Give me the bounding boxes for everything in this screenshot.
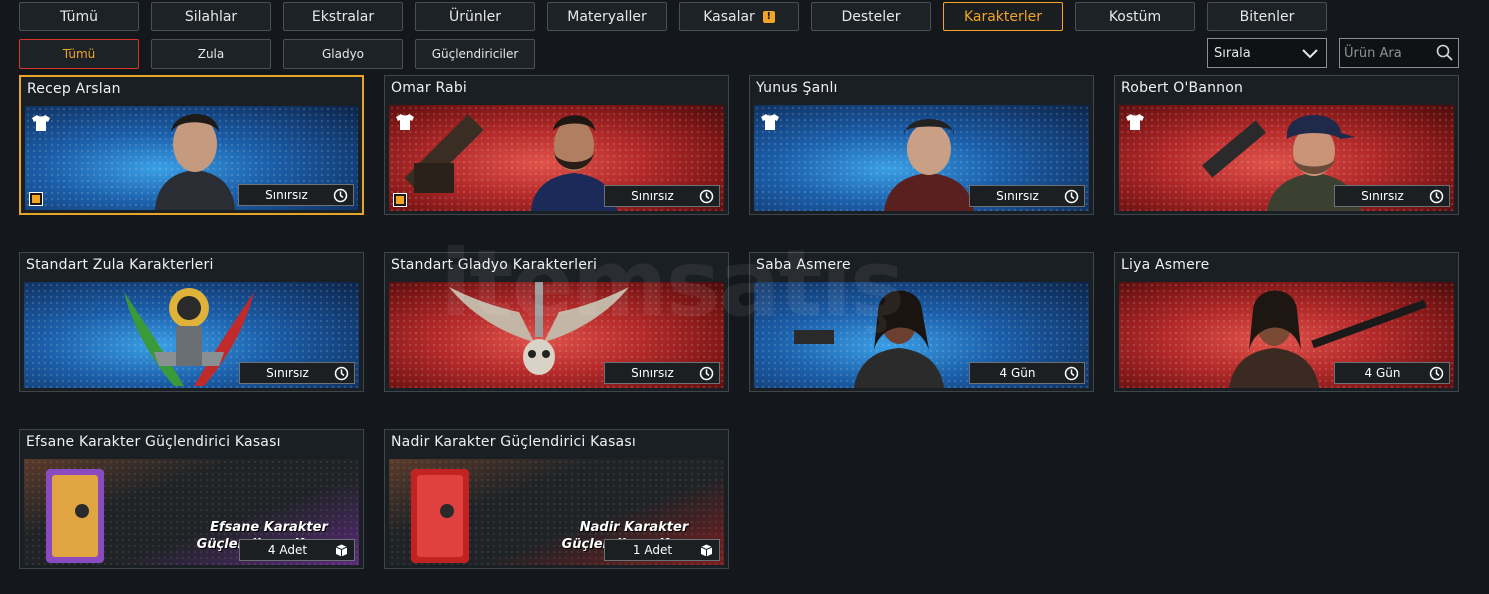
item-card[interactable]: Saba Asmere 4 Gün — [749, 252, 1094, 392]
sort-dropdown[interactable]: Sırala — [1207, 38, 1327, 68]
box-icon — [700, 544, 713, 557]
selected-indicator — [29, 192, 43, 206]
character-image: Sınırsız — [754, 105, 1089, 211]
duration-tag: Sınırsız — [604, 185, 720, 207]
tab-extras[interactable]: Ekstralar — [283, 2, 403, 31]
clock-icon — [1064, 366, 1079, 381]
costume-icon — [396, 114, 414, 130]
duration-tag: Sınırsız — [1334, 185, 1450, 207]
item-card[interactable]: Efsane Karakter Güçlendirici Kasası Efsa… — [19, 429, 364, 569]
costume-icon — [32, 115, 50, 131]
category-tabs: Tümü Silahlar Ekstralar Ürünler Materyal… — [0, 0, 1489, 34]
emblem-image: Sınırsız — [389, 282, 724, 388]
selected-indicator — [393, 193, 407, 207]
clock-icon — [334, 366, 349, 381]
duration-label: Sınırsız — [631, 189, 674, 203]
crate-line-1: Nadir Karakter — [579, 520, 689, 535]
item-title: Standart Zula Karakterleri — [26, 257, 214, 273]
item-card[interactable]: Liya Asmere 4 Gün — [1114, 252, 1459, 392]
item-card[interactable]: Robert O'Bannon Sınırsız — [1114, 75, 1459, 215]
warning-icon: ! — [762, 10, 775, 23]
crate-line-1: Efsane Karakter — [210, 520, 328, 535]
clock-icon — [1429, 189, 1444, 204]
chevron-down-icon — [1302, 49, 1318, 59]
crate-graphic — [411, 469, 469, 563]
duration-tag: 4 Gün — [969, 362, 1085, 384]
duration-label: Sınırsız — [1361, 189, 1404, 203]
tab-materials[interactable]: Materyaller — [547, 2, 667, 31]
character-portrait — [884, 119, 974, 211]
weapon-graphic — [1202, 120, 1266, 178]
item-card[interactable]: Nadir Karakter Güçlendirici Kasası Nadir… — [384, 429, 729, 569]
item-title: Saba Asmere — [756, 257, 851, 273]
duration-tag: Sınırsız — [238, 184, 354, 206]
item-card[interactable]: Standart Zula Karakterleri Sınırsız — [19, 252, 364, 392]
character-image: Sınırsız — [25, 106, 358, 210]
duration-label: Sınırsız — [265, 188, 308, 202]
duration-label: Sınırsız — [996, 189, 1039, 203]
character-portrait — [155, 113, 235, 210]
subtab-zula[interactable]: Zula — [151, 39, 271, 69]
duration-label: 4 Gün — [1364, 366, 1401, 380]
item-title: Omar Rabi — [391, 80, 468, 96]
item-title: Robert O'Bannon — [1121, 80, 1244, 96]
item-title: Nadir Karakter Güçlendirici Kasası — [391, 434, 636, 450]
tab-all[interactable]: Tümü — [19, 2, 139, 31]
item-card[interactable]: Recep Arslan Sınırsız — [19, 75, 364, 215]
quantity-tag: 1 Adet — [604, 539, 720, 561]
quantity-label: 4 Adet — [267, 543, 308, 557]
item-card[interactable]: Standart Gladyo Karakterleri Sınırsız — [384, 252, 729, 392]
tab-products[interactable]: Ürünler — [415, 2, 535, 31]
search-input[interactable]: Ürün Ara — [1339, 38, 1459, 68]
character-portrait — [794, 290, 944, 388]
character-image: Sınırsız — [1119, 105, 1454, 211]
duration-tag: Sınırsız — [969, 185, 1085, 207]
duration-tag: Sınırsız — [604, 362, 720, 384]
tab-expired[interactable]: Bitenler — [1207, 2, 1327, 31]
crate-image: Nadir Karakter Güçlendirme Kasası 1 Adet — [389, 459, 724, 565]
clock-icon — [1064, 189, 1079, 204]
tab-crates[interactable]: Kasalar ! — [679, 2, 799, 31]
character-image: 4 Gün — [754, 282, 1089, 388]
costume-icon — [1126, 114, 1144, 130]
clock-icon — [699, 366, 714, 381]
item-title: Recep Arslan — [27, 81, 121, 97]
clock-icon — [333, 188, 348, 203]
subtab-gladyo[interactable]: Gladyo — [283, 39, 403, 69]
duration-tag: 4 Gün — [1334, 362, 1450, 384]
emblem-image: Sınırsız — [24, 282, 359, 388]
item-title: Standart Gladyo Karakterleri — [391, 257, 598, 273]
item-title: Yunus Şanlı — [756, 80, 838, 96]
duration-label: Sınırsız — [631, 366, 674, 380]
crate-image: Efsane Karakter Güçlendirme Kasası 4 Ade… — [24, 459, 359, 565]
tab-weapons[interactable]: Silahlar — [151, 2, 271, 31]
tab-crates-label: Kasalar — [703, 8, 755, 25]
costume-icon — [761, 114, 779, 130]
quantity-label: 1 Adet — [632, 543, 673, 557]
subtab-boosters[interactable]: Güçlendiriciler — [415, 39, 535, 69]
box-icon — [335, 544, 348, 557]
tab-decks[interactable]: Desteler — [811, 2, 931, 31]
clock-icon — [1429, 366, 1444, 381]
item-card[interactable]: Omar Rabi Sınırsız — [384, 75, 729, 215]
search-placeholder: Ürün Ara — [1344, 45, 1402, 61]
sort-label: Sırala — [1214, 45, 1251, 61]
quantity-tag: 4 Adet — [239, 539, 355, 561]
duration-label: Sınırsız — [266, 366, 309, 380]
character-image: Sınırsız — [389, 105, 724, 211]
subtab-all[interactable]: Tümü — [19, 39, 139, 69]
duration-tag: Sınırsız — [239, 362, 355, 384]
character-image: 4 Gün — [1119, 282, 1454, 388]
tab-costume[interactable]: Kostüm — [1075, 2, 1195, 31]
crate-graphic — [46, 469, 104, 563]
tab-characters[interactable]: Karakterler — [943, 2, 1063, 31]
item-title: Liya Asmere — [1121, 257, 1210, 273]
duration-label: 4 Gün — [999, 366, 1036, 380]
clock-icon — [699, 189, 714, 204]
search-icon[interactable] — [1436, 44, 1454, 62]
item-title: Efsane Karakter Güçlendirici Kasası — [26, 434, 281, 450]
item-card[interactable]: Yunus Şanlı Sınırsız — [749, 75, 1094, 215]
